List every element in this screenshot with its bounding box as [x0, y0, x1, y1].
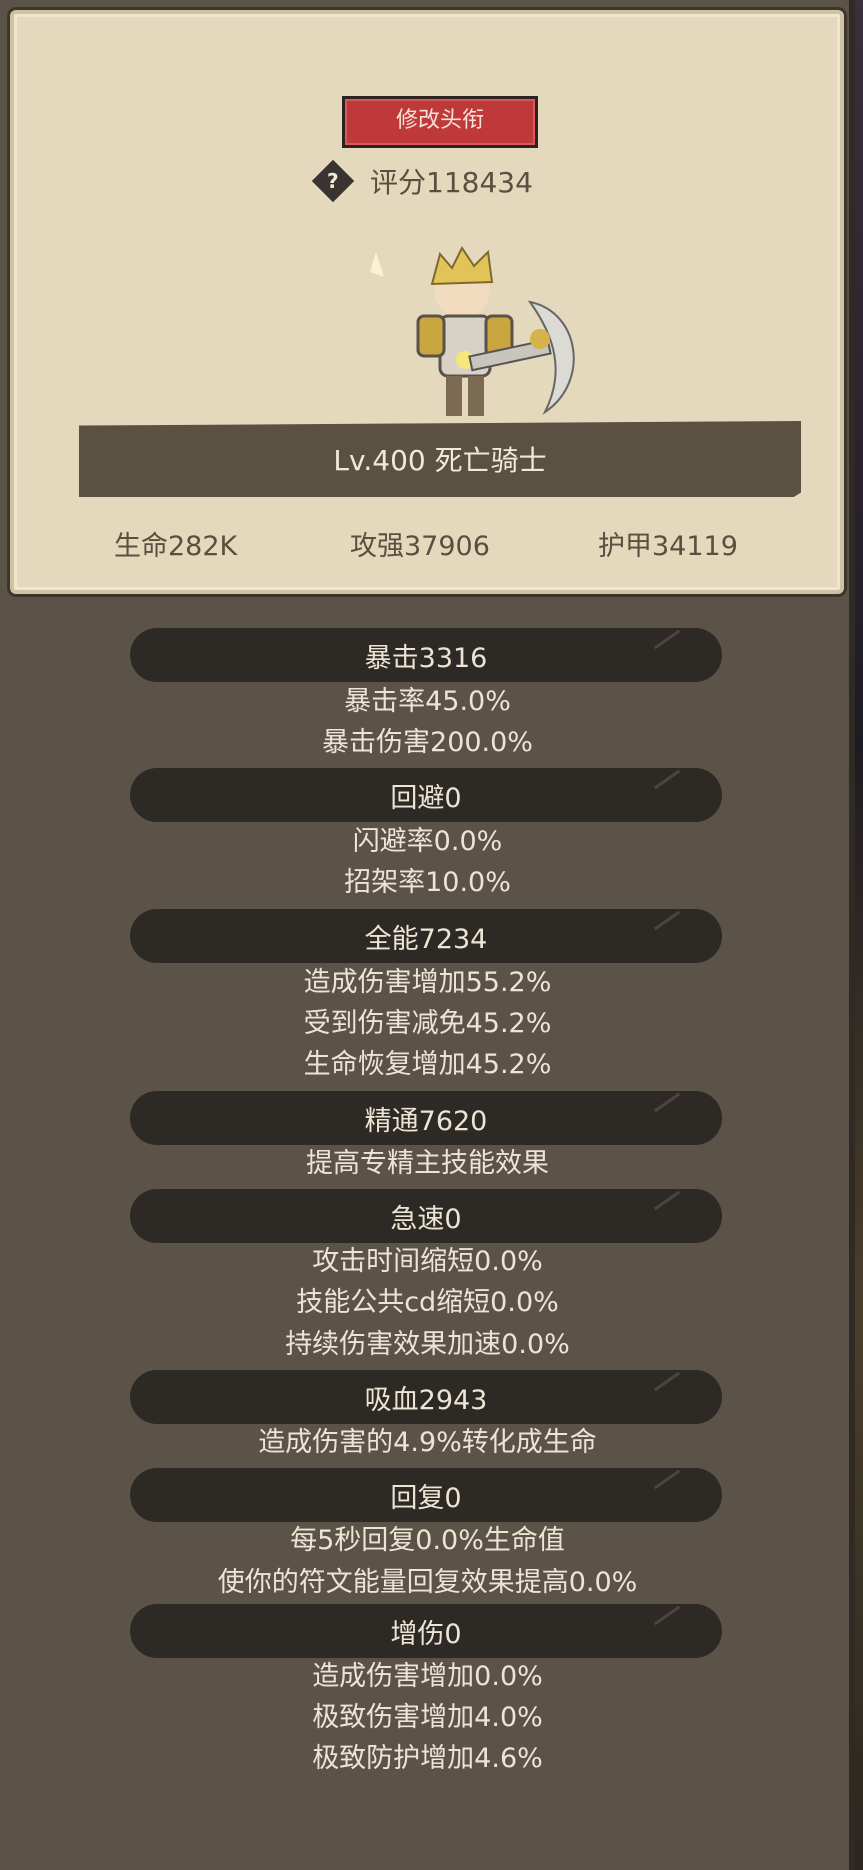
help-icon[interactable]: ?	[311, 159, 355, 203]
stat-line: 造成伤害的4.9%转化成生命	[258, 1427, 597, 1458]
stat-line: 造成伤害增加0.0%	[312, 1661, 543, 1692]
stat-line: 闪避率0.0%	[352, 826, 503, 857]
edit-title-button[interactable]: 修改头衔	[342, 96, 538, 148]
stat-line: 技能公共cd缩短0.0%	[296, 1287, 559, 1318]
score-text: 评分118434	[370, 166, 533, 199]
stat-header-versatility: 全能7234	[130, 909, 722, 963]
stat-line: 招架率10.0%	[344, 867, 511, 898]
stat-line: 生命恢复增加45.2%	[303, 1049, 552, 1080]
stat-header-damage-bonus: 增伤0	[130, 1604, 722, 1658]
stat-line: 攻击时间缩短0.0%	[312, 1246, 543, 1277]
armor-stat: 护甲34119	[598, 531, 738, 562]
side-edge	[855, 0, 863, 1870]
stat-line: 极致防护增加4.6%	[312, 1743, 543, 1774]
stat-header-lifesteal: 吸血2943	[130, 1370, 722, 1424]
stat-header-avoidance: 回避0	[130, 768, 722, 822]
question-mark-glyph: ?	[327, 168, 339, 193]
hp-stat: 生命282K	[114, 531, 238, 562]
stat-line: 暴击率45.0%	[344, 686, 511, 717]
stat-header-mastery: 精通7620	[130, 1091, 722, 1145]
stat-header-haste: 急速0	[130, 1189, 722, 1243]
stats-panel: 修改头衔 ? 评分118434 Lv.400 死亡骑士 生命282K 攻强379…	[0, 0, 855, 1870]
attack-stat: 攻强37906	[350, 531, 490, 562]
score-row: ? 评分118434	[311, 159, 533, 203]
stat-header-regen: 回复0	[130, 1468, 722, 1522]
stat-line: 每5秒回复0.0%生命值	[290, 1525, 565, 1556]
hero-portrait	[370, 246, 575, 416]
stat-line: 使你的符文能量回复效果提高0.0%	[217, 1567, 638, 1598]
stat-line: 极致伤害增加4.0%	[312, 1702, 543, 1733]
stat-line: 受到伤害减免45.2%	[303, 1008, 552, 1039]
stat-line: 持续伤害效果加速0.0%	[285, 1329, 570, 1360]
stat-line: 暴击伤害200.0%	[322, 727, 533, 758]
stat-header-crit: 暴击3316	[130, 628, 722, 682]
basic-stats: 生命282K 攻强37906 护甲34119	[14, 524, 840, 574]
stat-line: 造成伤害增加55.2%	[303, 967, 552, 998]
stat-line: 提高专精主技能效果	[306, 1148, 549, 1179]
hero-name-bar: Lv.400 死亡骑士	[79, 421, 801, 497]
hero-card: 修改头衔 ? 评分118434 Lv.400 死亡骑士 生命282K 攻强379…	[10, 10, 844, 594]
